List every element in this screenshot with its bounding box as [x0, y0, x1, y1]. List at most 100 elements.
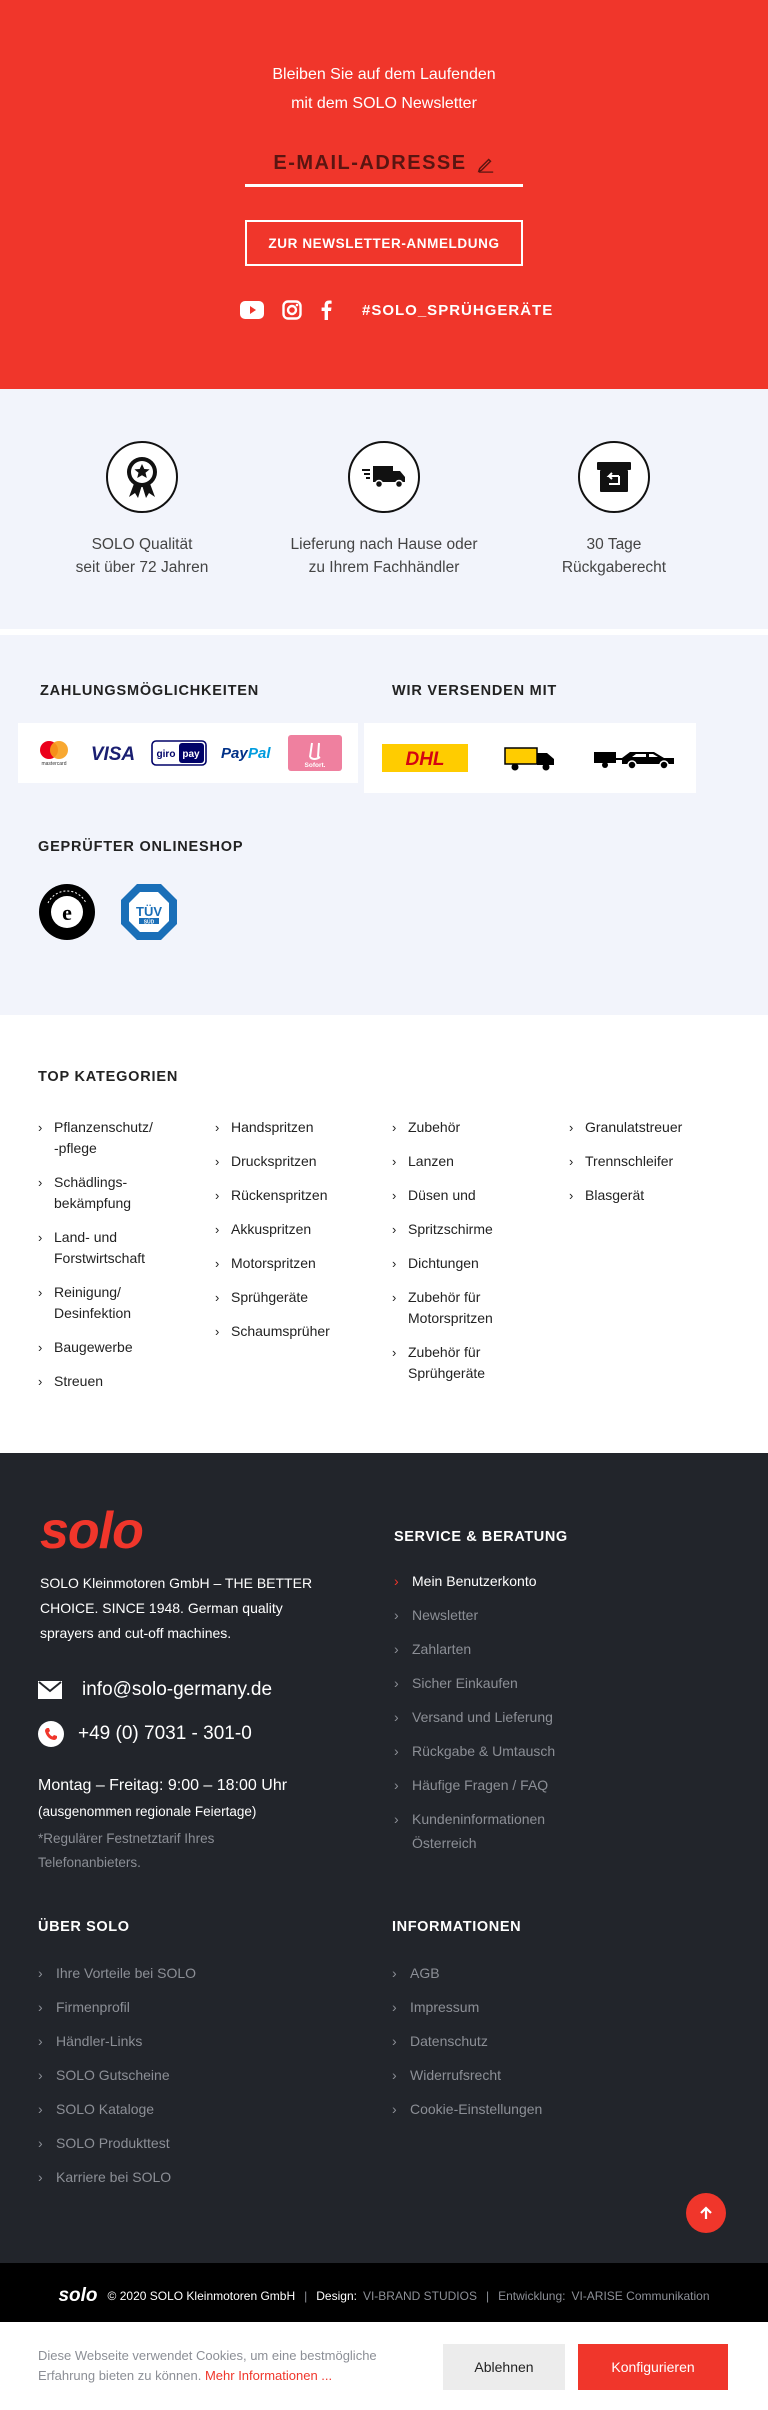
footer-link[interactable]: › SOLO Produkttest	[38, 2131, 338, 2155]
category-link[interactable]: › Land- und Forstwirtschaft	[38, 1227, 208, 1269]
trust-badges: e TÜV SÜD	[38, 883, 178, 941]
chevron-right-icon: ›	[38, 1374, 43, 1389]
footer-link[interactable]: › Karriere bei SOLO	[38, 2165, 338, 2189]
footer-link-label: SOLO Kataloge	[56, 2101, 155, 2117]
separator: |	[304, 2289, 308, 2303]
return-box-icon	[578, 441, 650, 513]
footer-link[interactable]: › Impressum	[392, 1995, 692, 2019]
category-link[interactable]: › Pflanzenschutz/ -pflege	[38, 1117, 208, 1159]
footer-link[interactable]: › Zahlarten	[394, 1637, 574, 1661]
category-link[interactable]: › Schädlings- bekämpfung	[38, 1172, 208, 1214]
category-link[interactable]: › Rückenspritzen	[215, 1185, 385, 1206]
category-link[interactable]: › Trennschleifer	[569, 1151, 739, 1172]
dhl-logo: DHL	[381, 744, 468, 772]
cookie-more-info-link[interactable]: Mehr Informationen ...	[205, 2368, 332, 2383]
category-label: Zubehör für Sprühgeräte	[408, 1344, 486, 1381]
footer-link[interactable]: › Kundeninformationen Österreich	[394, 1807, 574, 1855]
category-link[interactable]: › Zubehör für Motorspritzen	[392, 1287, 562, 1329]
chevron-right-icon: ›	[38, 2135, 43, 2151]
tuv-sud-badge[interactable]: TÜVSÜD	[120, 883, 178, 941]
award-medal-icon	[106, 441, 178, 513]
category-label: Blasgerät	[585, 1187, 645, 1203]
category-link[interactable]: › Zubehör	[392, 1117, 562, 1138]
footer-link[interactable]: › Rückgabe & Umtausch	[394, 1739, 574, 1763]
footer-link[interactable]: › SOLO Gutscheine	[38, 2063, 338, 2087]
svg-text:TÜV: TÜV	[136, 904, 162, 919]
category-link[interactable]: › Drucksprit​zen	[215, 1151, 385, 1172]
category-link[interactable]: › Schaumsprüher	[215, 1321, 385, 1342]
scroll-to-top-button[interactable]	[686, 2193, 726, 2233]
footer-link[interactable]: › Versand und Lieferung	[394, 1705, 574, 1729]
chevron-right-icon: ›	[38, 2169, 43, 2185]
footer-link[interactable]: › Mein Benutzerkonto	[394, 1569, 574, 1593]
contact-phone[interactable]: +49 (0) 7031 - 301-0	[38, 1721, 252, 1747]
category-link[interactable]: › Blasgerät	[569, 1185, 739, 1206]
category-link[interactable]: › Akkuspritzen	[215, 1219, 385, 1240]
category-link[interactable]: › Handspritzen	[215, 1117, 385, 1138]
service-links: › Mein Benutzerkonto › Newsletter › Zahlarten…	[394, 1569, 574, 1865]
feature-quality-line-1: SOLO Qualität	[91, 536, 193, 553]
visa-logo: VISA	[90, 744, 134, 763]
phone-number[interactable]: +49 (0) 7031 - 301-0	[78, 1723, 252, 1745]
svg-text:e: e	[62, 900, 72, 925]
footer-link[interactable]: › AGB	[392, 1961, 692, 1985]
category-column-1: › Pflanzenschutz/ -pflege › Schädlings- bek…	[38, 1117, 208, 1405]
youtube-icon[interactable]	[240, 301, 264, 319]
email-address[interactable]: info@solo-germany.de	[82, 1679, 272, 1701]
category-link[interactable]: › Granulatstreuer	[569, 1117, 739, 1138]
design-credit-link[interactable]: VI-BRAND STUDIOS	[363, 2289, 477, 2303]
facebook-icon[interactable]	[320, 300, 332, 320]
chevron-right-icon: ›	[392, 2101, 397, 2117]
contact-email[interactable]: info@solo-germany.de	[38, 1679, 272, 1701]
category-link[interactable]: › Sprühgeräte	[215, 1287, 385, 1308]
opening-hours: Montag – Freitag: 9:00 – 18:00 Uhr (ausg…	[38, 1773, 287, 1875]
category-link[interactable]: › Motorspritzen	[215, 1253, 385, 1274]
envelope-icon	[38, 1681, 62, 1699]
category-link[interactable]: › Zubehör für Sprühgeräte	[392, 1342, 562, 1384]
chevron-right-icon: ›	[215, 1290, 220, 1305]
email-field[interactable]: E-MAIL-ADRESSE	[245, 143, 523, 187]
category-link[interactable]: › Spritzschirme	[392, 1219, 562, 1240]
category-link[interactable]: › Reinigung/ Desinfektion	[38, 1282, 208, 1324]
cookie-decline-button[interactable]: Ablehnen	[443, 2344, 565, 2390]
arrow-up-icon	[700, 2206, 712, 2219]
footer-link[interactable]: › Newsletter	[394, 1603, 574, 1627]
hashtag-link[interactable]: #SOLO_SPRÜHGERÄTE	[362, 302, 553, 319]
cookie-configure-button[interactable]: Konfigurieren	[578, 2344, 728, 2390]
category-label: Spritzschirme	[408, 1221, 493, 1237]
about-heading: ÜBER SOLO	[38, 1919, 130, 1935]
footer-link-label: Zahlarten	[412, 1641, 472, 1657]
category-link[interactable]: › Baugewerbe	[38, 1337, 208, 1358]
footer-link-label: Impressum	[410, 1999, 480, 2015]
footer-link[interactable]: › SOLO Kataloge	[38, 2097, 338, 2121]
category-link[interactable]: › Dichtungen	[392, 1253, 562, 1274]
instagram-icon[interactable]	[282, 300, 302, 320]
footer-link[interactable]: › Häufige Fragen / FAQ	[394, 1773, 574, 1797]
site-footer: solo SOLO Kleinmotoren GmbH – THE BETTER…	[0, 1453, 768, 2263]
payment-shipping-section: ZAHLUNGSMÖGLICHKEITEN WIR VERSENDEN MIT …	[0, 635, 768, 1015]
category-link[interactable]: › Streuen	[38, 1371, 208, 1392]
solo-logo[interactable]: solo	[40, 1501, 144, 1561]
footer-link[interactable]: › Widerrufsrecht	[392, 2063, 692, 2087]
newsletter-submit-button[interactable]: ZUR NEWSLETTER-ANMELDUNG	[245, 220, 523, 266]
svg-text:Pal: Pal	[248, 745, 271, 762]
about-links: › Ihre Vorteile bei SOLO › Firmenprofil › Hän…	[38, 1961, 338, 2199]
chevron-right-icon: ›	[38, 1175, 43, 1190]
trusted-shops-badge[interactable]: e	[38, 883, 96, 941]
chevron-right-icon: ›	[392, 1120, 397, 1135]
footer-link[interactable]: › Sicher Einkaufen	[394, 1671, 574, 1695]
dev-credit-link[interactable]: VI-ARISE Communikation	[571, 2289, 709, 2303]
footer-link[interactable]: › Ihre Vorteile bei SOLO	[38, 1961, 338, 1985]
category-link[interactable]: › Düsen und	[392, 1185, 562, 1206]
category-label: Zubehör	[408, 1119, 461, 1135]
category-label: Reinigung/ Desinfektion	[54, 1284, 132, 1321]
category-label: Streuen	[54, 1373, 104, 1389]
footer-link[interactable]: › Datenschutz	[392, 2029, 692, 2053]
feature-delivery: Lieferung nach Hause oder zu Ihrem Fachh…	[274, 441, 494, 579]
payment-methods: mastercard VISA giro pay Pay Pal Sofort.	[18, 723, 358, 783]
footer-link[interactable]: › Händler-Links	[38, 2029, 338, 2053]
category-link[interactable]: › Lanzen	[392, 1151, 562, 1172]
footer-link[interactable]: › Firmenprofil	[38, 1995, 338, 2019]
footer-link[interactable]: › Cookie-Einstellungen	[392, 2097, 692, 2121]
footer-link-label: AGB	[410, 1965, 440, 1981]
